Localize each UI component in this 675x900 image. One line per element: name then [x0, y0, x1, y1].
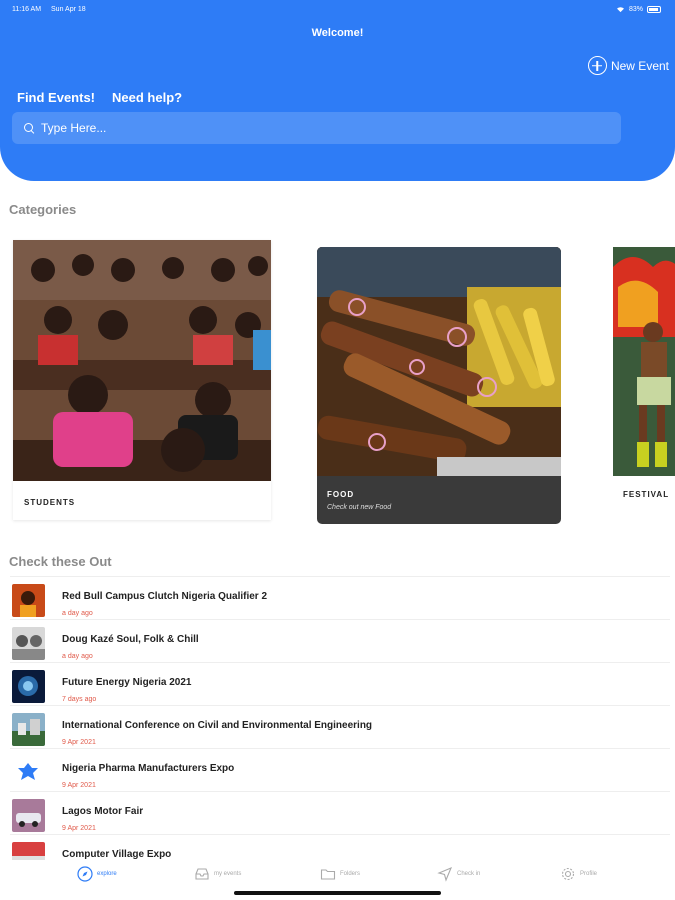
category-subtitle: Check out new Food [327, 504, 392, 511]
tab-my-events[interactable]: my events [194, 866, 241, 882]
category-card-festival[interactable]: FESTIVAL [613, 247, 675, 517]
find-events-link[interactable]: Find Events! [17, 90, 95, 105]
event-list: Red Bull Campus Clutch Nigeria Qualifier… [0, 576, 675, 877]
tab-label: Folders [340, 871, 361, 877]
event-title: Nigeria Pharma Manufacturers Expo [62, 763, 235, 774]
category-label: FOOD [327, 490, 355, 499]
inbox-icon [195, 868, 209, 880]
students-image [13, 240, 271, 481]
food-image [317, 247, 561, 476]
header: 11:16 AM Sun Apr 18 83% Welcome! New Eve… [0, 0, 675, 181]
status-date: Sun Apr 18 [51, 5, 86, 13]
event-thumbnail [12, 799, 45, 832]
list-item[interactable]: Red Bull Campus Clutch Nigeria Qualifier… [10, 576, 670, 619]
event-thumbnail [12, 713, 45, 746]
battery-percent: 83% [628, 5, 643, 13]
gear-icon [561, 867, 575, 881]
tab-folders[interactable]: Folders [320, 866, 360, 882]
event-date: 9 Apr 2021 [62, 739, 96, 746]
folder-icon [320, 869, 336, 880]
tab-label: Profile [580, 871, 598, 877]
list-item[interactable]: Nigeria Pharma Manufacturers Expo 9 Apr … [10, 748, 670, 791]
event-title: Lagos Motor Fair [62, 806, 144, 817]
tab-label: my events [214, 871, 242, 877]
plus-circle-icon [587, 56, 607, 75]
tab-check-in[interactable]: Check in [437, 866, 480, 882]
status-time: 11:16 AM [12, 5, 42, 13]
compass-icon [77, 866, 93, 882]
list-item[interactable]: Doug Kazé Soul, Folk & Chill a day ago [10, 619, 670, 662]
tab-profile[interactable]: Profile [560, 866, 597, 882]
event-thumbnail [12, 670, 45, 703]
search-icon [24, 123, 34, 133]
new-event-label: New Event [610, 58, 669, 73]
tab-explore[interactable]: explore [77, 866, 117, 882]
event-date: a day ago [62, 653, 93, 660]
event-date: a day ago [62, 610, 93, 617]
categories-heading: Categories [9, 202, 77, 217]
status-bar: 11:16 AM Sun Apr 18 83% [12, 4, 661, 14]
event-thumbnail [12, 627, 45, 660]
wifi-icon [616, 6, 624, 12]
need-help-link[interactable]: Need help? [112, 90, 182, 105]
category-carousel[interactable]: STUDENTS FOOD Check out new Food FESTIVA… [0, 238, 675, 528]
category-card-students[interactable]: STUDENTS [13, 240, 271, 520]
list-item[interactable]: Lagos Motor Fair 9 Apr 2021 [10, 791, 670, 834]
new-event-button[interactable]: New Event [587, 56, 669, 75]
event-title: Future Energy Nigeria 2021 [62, 677, 192, 688]
category-card-food[interactable]: FOOD Check out new Food [317, 247, 561, 524]
list-item[interactable]: Future Energy Nigeria 2021 7 days ago [10, 662, 670, 705]
category-label: FESTIVAL [623, 490, 670, 499]
event-title: Doug Kazé Soul, Folk & Chill [62, 634, 199, 645]
tab-label: explore [97, 871, 117, 877]
send-icon [437, 866, 453, 882]
event-thumbnail [12, 584, 45, 617]
event-title: Computer Village Expo [62, 849, 172, 860]
event-date: 9 Apr 2021 [62, 825, 96, 832]
home-indicator[interactable] [234, 891, 441, 895]
event-title: Red Bull Campus Clutch Nigeria Qualifier… [62, 591, 268, 602]
battery-icon [647, 5, 661, 13]
event-date: 9 Apr 2021 [62, 782, 96, 789]
search-bar[interactable] [12, 112, 621, 144]
event-title: International Conference on Civil and En… [62, 720, 373, 731]
search-input[interactable] [41, 121, 581, 135]
event-date: 7 days ago [62, 696, 97, 703]
event-thumbnail [12, 756, 45, 789]
festival-image [613, 247, 675, 476]
list-item[interactable]: International Conference on Civil and En… [10, 705, 670, 748]
category-label: STUDENTS [24, 498, 76, 507]
tab-label: Check in [457, 871, 481, 877]
page-title: Welcome! [311, 27, 364, 39]
check-out-heading: Check these Out [9, 554, 112, 569]
